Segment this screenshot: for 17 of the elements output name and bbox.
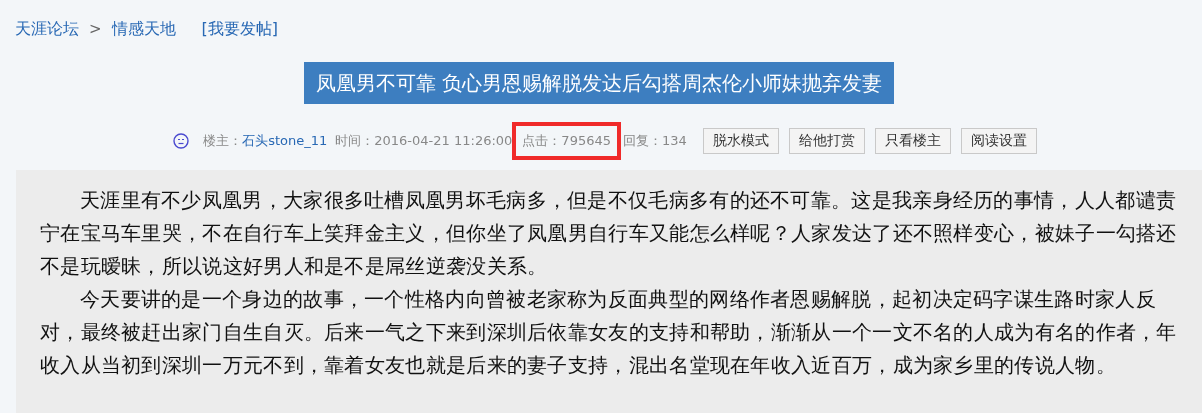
smiley-icon: [173, 133, 190, 149]
post-action-button[interactable]: 给他打赏: [788, 128, 865, 154]
post-paragraph: 天涯里有不少凤凰男，大家很多吐槽凤凰男坏毛病多，但是不仅毛病多有的还不可靠。这是我亲身经历的事情，人人都谴责宁在宝马车里哭，不在自行车上笑拜金主义，但你坐了凤凰男自行车又能怎么样呢？人家发达了还不照样变心，被妹子一勾搭还不是玩暧昧，所以说这好男人和是不是屌丝逆袭没关系。: [40, 187, 1178, 280]
hit-count: 点击：795645: [512, 122, 621, 160]
post-title: 凤凰男不可靠 负心男恩赐解脱发达后勾搭周杰伦小师妹抛弃发妻: [303, 62, 895, 104]
breadcrumb-separator: >: [89, 20, 102, 38]
post-paragraph: 今天要讲的是一个身边的故事，一个性格内向曾被老家称为反面典型的网络作者恩赐解脱，起初决定码字谋生路时家人反对，最终被赶出家门自生自灭。后来一气之下来到深圳后依靠女友的支持和帮助，渐渐从一个一文不名的人成为有名的作者，年收入从当初到深圳一万元不到，靠着女友也就是后来的妻子支持，混出名堂现在年收入近百万，成为家乡里的传说人物。: [40, 286, 1178, 379]
reply-count: 回复：134: [623, 132, 687, 150]
new-post-link[interactable]: [我要发帖]: [201, 18, 279, 40]
breadcrumb-link[interactable]: 情感天地: [111, 18, 176, 40]
breadcrumb-link[interactable]: 天涯论坛: [15, 18, 79, 40]
post-action-button[interactable]: 只看楼主: [874, 128, 951, 154]
author-label: 楼主：: [203, 132, 243, 150]
post-action-button[interactable]: 脱水模式: [702, 128, 779, 154]
author-link[interactable]: 石头stone_11: [242, 132, 328, 150]
post-time: 时间：2016-04-21 11:26:00: [335, 132, 513, 150]
post-action-button[interactable]: 阅读设置: [960, 128, 1037, 154]
